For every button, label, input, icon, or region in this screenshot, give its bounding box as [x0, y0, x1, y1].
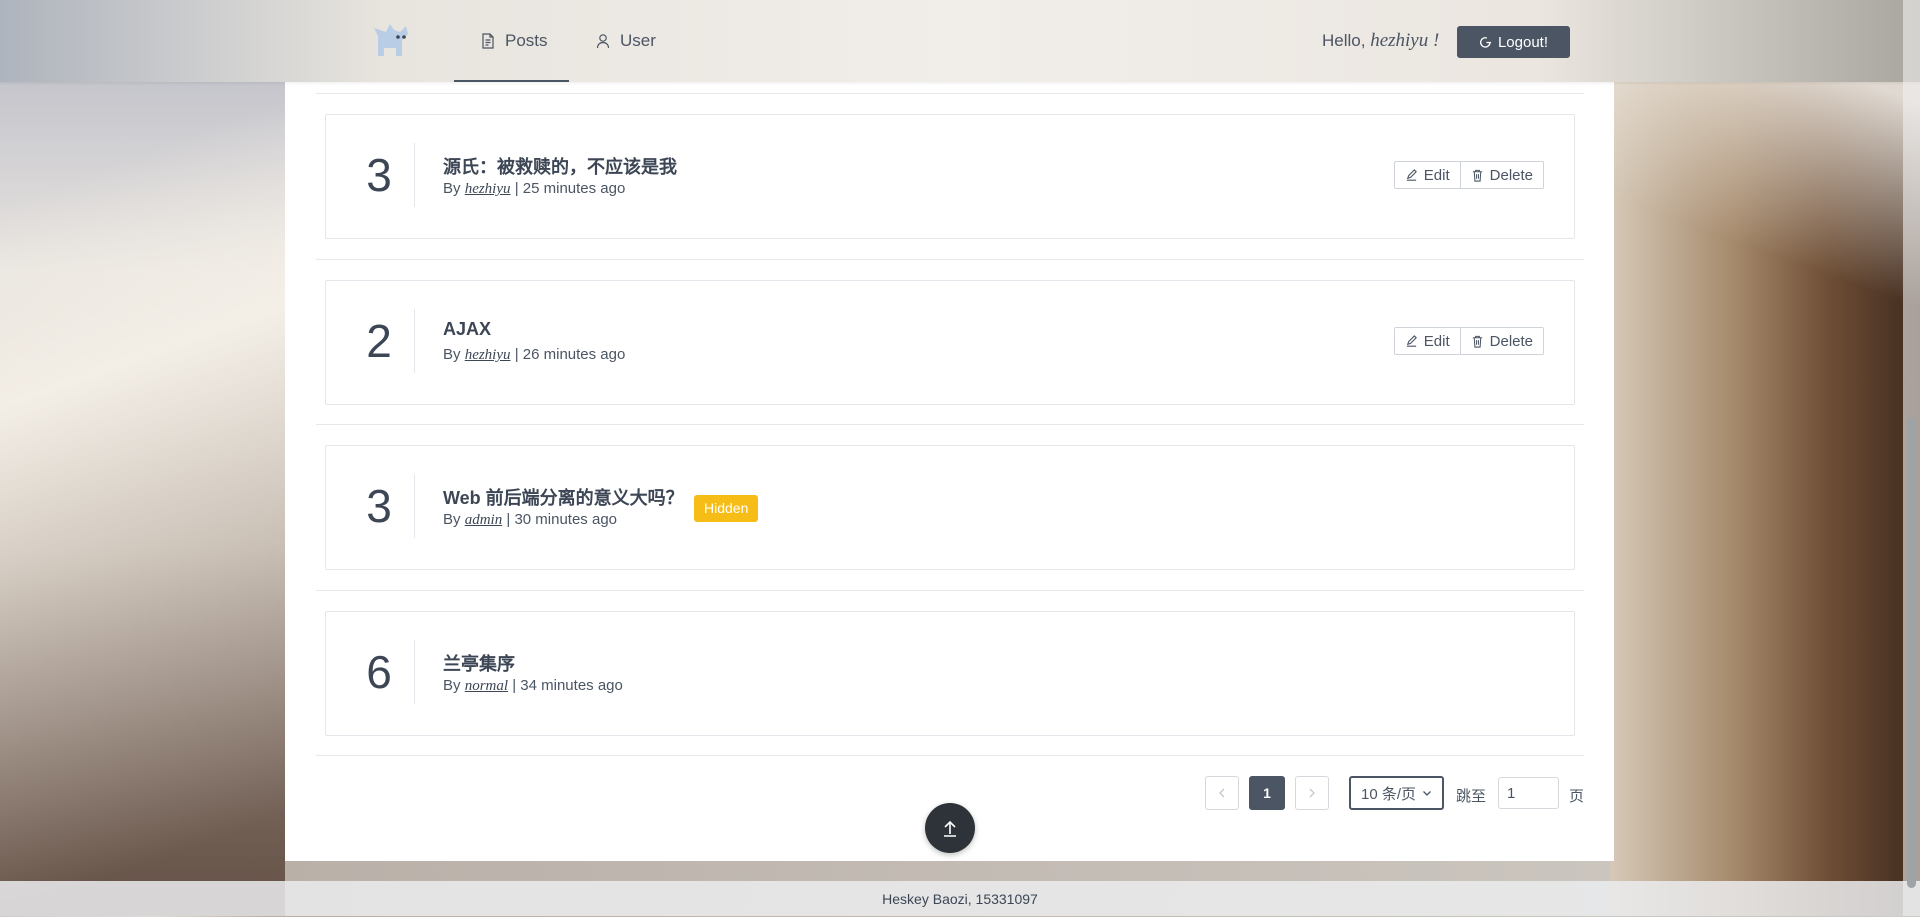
background-art-left: [0, 0, 285, 916]
divider: [316, 590, 1584, 591]
divider: [316, 424, 1584, 425]
page-unit-label: 页: [1569, 788, 1585, 805]
post-time: 26 minutes ago: [522, 346, 626, 363]
chevron-left-icon: [1219, 788, 1225, 798]
post-separator: |: [514, 180, 519, 197]
delete-label: Delete: [1489, 332, 1533, 350]
post-title[interactable]: 源氏：被救赎的，不应该是我: [443, 153, 677, 179]
post-card[interactable]: 6 兰亭集序 By normal | 34 minutes ago: [325, 611, 1575, 736]
pencil-icon: [1406, 168, 1417, 181]
post-actions: Edit Delete: [1393, 161, 1544, 189]
active-tab-indicator: [454, 80, 569, 82]
cat-logo-icon[interactable]: [370, 22, 412, 60]
post-author-link[interactable]: admin: [465, 512, 503, 528]
goto-label: 跳至: [1456, 788, 1487, 805]
next-page-button[interactable]: [1295, 776, 1329, 810]
greeting-prefix: Hello,: [1322, 31, 1366, 50]
greeting-username: hezhiyu !: [1370, 30, 1440, 51]
background-art-right: [1610, 0, 1920, 916]
delete-label: Delete: [1489, 166, 1533, 184]
goto-page-input[interactable]: [1498, 777, 1559, 809]
page-number-current[interactable]: 1: [1249, 776, 1285, 810]
trash-icon: [1472, 335, 1482, 348]
post-card[interactable]: 2 AJAX By hezhiyu | 26 minutes ago Edit …: [325, 280, 1575, 405]
scrollbar-thumb[interactable]: [1907, 418, 1916, 888]
delete-button[interactable]: Delete: [1460, 327, 1544, 355]
footer-text: Heskey Baozi, 15331097: [882, 891, 1038, 907]
back-to-top-button[interactable]: [925, 803, 975, 853]
post-by: By: [443, 511, 461, 528]
post-time: 25 minutes ago: [522, 180, 626, 197]
tab-posts-label: Posts: [505, 31, 548, 50]
post-author-link[interactable]: hezhiyu: [465, 181, 511, 197]
divider: [316, 93, 1584, 94]
pencil-icon: [1406, 334, 1417, 347]
chevron-right-icon: [1309, 788, 1315, 798]
user-icon: [596, 34, 610, 49]
post-author-link[interactable]: normal: [465, 678, 508, 694]
greeting: Hello, hezhiyu !: [1322, 30, 1439, 52]
post-title[interactable]: 兰亭集序: [443, 650, 515, 676]
edit-button[interactable]: Edit: [1393, 327, 1461, 355]
post-number: 2: [344, 309, 415, 373]
logout-label: Logout!: [1497, 33, 1549, 51]
post-card[interactable]: 3 Web 前后端分离的意义大吗？ By admin | 30 minutes …: [325, 445, 1575, 570]
post-by: By: [443, 346, 461, 363]
post-number: 3: [344, 474, 415, 538]
edit-label: Edit: [1423, 166, 1450, 184]
post-separator: |: [506, 511, 511, 528]
page-size-select[interactable]: 10 条/页: [1349, 776, 1444, 810]
edit-label: Edit: [1423, 332, 1450, 350]
arrow-up-icon: [944, 820, 956, 837]
page-scrollbar[interactable]: [1903, 0, 1920, 916]
post-title[interactable]: Web 前后端分离的意义大吗？: [443, 484, 684, 510]
post-meta: By normal | 34 minutes ago: [443, 677, 623, 695]
trash-icon: [1472, 169, 1482, 182]
post-actions: Edit Delete: [1393, 327, 1544, 355]
post-separator: |: [512, 677, 517, 694]
tab-user-label: User: [620, 31, 656, 50]
post-time: 34 minutes ago: [520, 677, 623, 694]
post-time: 30 minutes ago: [514, 511, 618, 528]
tab-user[interactable]: User: [595, 0, 656, 82]
divider: [316, 755, 1584, 756]
document-icon: [482, 33, 494, 49]
edit-button[interactable]: Edit: [1393, 161, 1461, 189]
post-by: By: [443, 180, 461, 197]
logout-button[interactable]: Logout!: [1457, 26, 1570, 58]
post-meta: By hezhiyu | 26 minutes ago: [443, 346, 625, 364]
logout-icon: [1480, 36, 1492, 48]
chevron-down-icon: [1423, 791, 1431, 796]
post-separator: |: [514, 346, 519, 363]
post-title[interactable]: AJAX: [443, 319, 491, 340]
footer: Heskey Baozi, 15331097: [0, 881, 1920, 916]
post-author-link[interactable]: hezhiyu: [465, 347, 511, 363]
post-card[interactable]: 3 源氏：被救赎的，不应该是我 By hezhiyu | 25 minutes …: [325, 114, 1575, 239]
delete-button[interactable]: Delete: [1460, 161, 1544, 189]
post-by: By: [443, 677, 461, 694]
post-meta: By hezhiyu | 25 minutes ago: [443, 180, 625, 198]
post-number: 3: [344, 143, 415, 207]
tab-posts[interactable]: Posts: [480, 0, 548, 82]
hidden-badge: Hidden: [694, 495, 759, 522]
prev-page-button[interactable]: [1205, 776, 1239, 810]
top-navbar: Posts User Hello, hezhiyu ! Logout!: [0, 0, 1920, 82]
divider: [316, 259, 1584, 260]
post-meta: By admin | 30 minutes ago: [443, 511, 617, 529]
page-size-value: 10 条/页: [1360, 785, 1417, 803]
post-number: 6: [344, 640, 415, 704]
